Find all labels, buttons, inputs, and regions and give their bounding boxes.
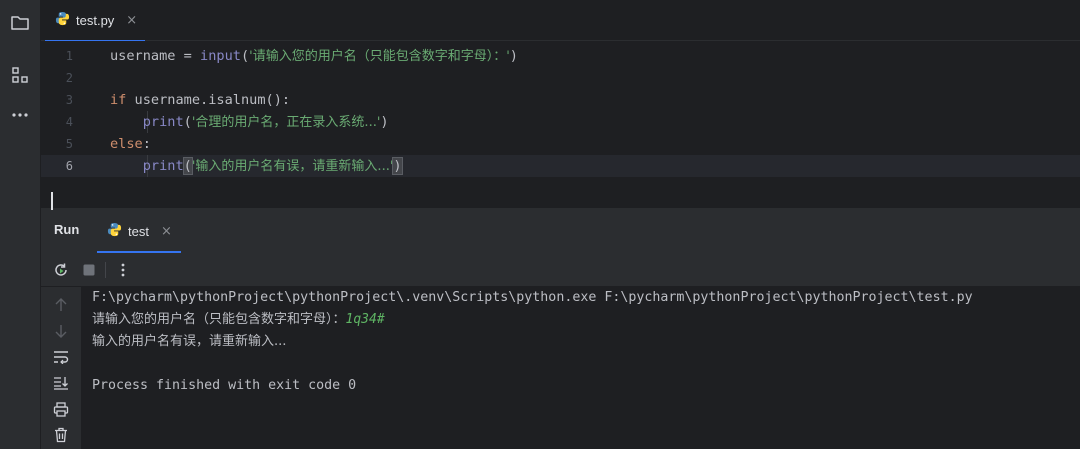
console-prompt-line: 请输入您的用户名（只能包含数字和字母）：1q34# [92,309,385,331]
close-icon[interactable]: × [126,13,137,28]
code-token-string: '输入的用户名有误，请重新输入...' [191,159,394,174]
code-token: : [142,136,151,152]
clear-icon[interactable] [49,424,73,446]
code-token: ( [240,48,250,64]
structure-icon[interactable] [8,63,32,87]
code-token: username.isalnum(): [126,92,291,108]
code-token: ) [380,114,389,130]
line-number-current: 6 [65,159,73,173]
line-number: 5 [65,137,73,151]
python-icon [107,222,122,241]
run-title: Run [54,222,80,237]
console-output[interactable]: F:\pycharm\pythonProject\pythonProject\.… [81,287,1080,449]
console-prompt: 请输入您的用户名（只能包含数字和字母）： [92,312,346,327]
code-token-keyword: if [110,92,127,108]
code-token-builtin: input [200,48,241,64]
console-exit-line: Process finished with exit code 0 [92,378,357,393]
rerun-icon[interactable] [49,259,73,281]
console-side-toolbar [41,287,81,449]
print-icon[interactable] [49,398,73,420]
line-number: 3 [65,93,73,107]
toolbar-separator [105,262,106,278]
console-response-line: 输入的用户名有误，请重新输入... [92,334,287,349]
folder-icon[interactable] [8,11,32,35]
code-editor[interactable]: 1 2 3 4 5 6 username = input('请输入您的用户名（只… [41,41,1080,208]
run-header: Run test × [41,209,1080,253]
code-token-builtin: print [142,114,184,130]
line-number-gutter: 1 2 3 4 5 6 [41,41,103,208]
code-token-string: '合理的用户名，正在录入系统...' [191,115,381,130]
editor-tab-bar: test.py × [41,0,1080,42]
scroll-to-end-icon[interactable] [49,372,73,394]
code-token: ) [509,48,518,64]
editor-tab-test-py[interactable]: test.py × [45,0,145,42]
console-user-input: 1q34# [345,312,385,327]
console-command-line: F:\pycharm\pythonProject\pythonProject\.… [92,290,973,305]
close-icon[interactable]: × [161,224,172,239]
more-icon[interactable] [8,103,32,127]
run-tab-label: test [128,223,149,239]
code-line-current: print('输入的用户名有误，请重新输入...') [110,155,1080,177]
line-number: 1 [65,49,73,63]
code-area[interactable]: username = input('请输入您的用户名（只能包含数字和字母）：')… [110,41,1080,208]
line-number: 2 [65,71,73,85]
scroll-down-icon[interactable] [49,320,73,342]
code-token-matched-paren: ( [182,157,193,175]
run-tool-window: Run test × F:\pycharm\pythonProject\pyth… [41,208,1080,449]
code-token-string: '请输入您的用户名（只能包含数字和字母）：' [249,49,510,64]
python-icon [55,11,70,30]
code-token-matched-paren: ) [392,157,403,175]
run-toolbar [41,253,1080,287]
code-token-keyword: else [110,136,143,152]
scroll-up-icon[interactable] [49,294,73,316]
code-line: if username.isalnum(): [110,89,1080,111]
code-line: print('合理的用户名，正在录入系统...') [110,111,1080,133]
stop-icon[interactable] [77,259,101,281]
code-token: ( [183,114,192,130]
line-number: 4 [65,115,73,129]
console-text-caret [51,192,53,210]
tool-strip [0,0,41,449]
run-tab-test[interactable]: test × [97,209,181,253]
soft-wrap-icon[interactable] [49,346,73,368]
code-line: else: [110,133,1080,155]
more-vertical-icon[interactable] [111,259,135,281]
code-token-builtin: print [142,158,184,174]
code-line: username = input('请输入您的用户名（只能包含数字和字母）：') [110,45,1080,67]
code-token: username = [110,48,201,64]
editor-tab-label: test.py [76,13,115,28]
